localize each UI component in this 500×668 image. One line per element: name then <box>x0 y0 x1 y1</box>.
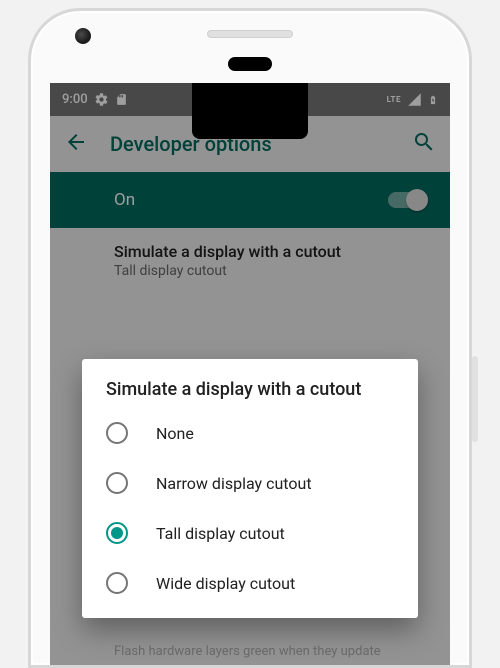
device-screen: 9:00 LTE D <box>50 83 450 665</box>
radio-icon <box>106 422 128 444</box>
phone-side-button <box>472 356 478 442</box>
option-label: Narrow display cutout <box>156 474 312 493</box>
option-wide[interactable]: Wide display cutout <box>82 558 418 608</box>
radio-icon <box>106 572 128 594</box>
option-narrow[interactable]: Narrow display cutout <box>82 458 418 508</box>
option-label: Tall display cutout <box>156 524 285 543</box>
phone-frame: 9:00 LTE D <box>28 8 472 668</box>
dialog-title: Simulate a display with a cutout <box>82 379 418 408</box>
partially-hidden-setting-text: Flash hardware layers green when they up… <box>114 643 410 661</box>
option-tall[interactable]: Tall display cutout <box>82 508 418 558</box>
option-none[interactable]: None <box>82 408 418 458</box>
option-label: Wide display cutout <box>156 574 295 593</box>
earpiece-speaker <box>207 30 293 38</box>
cutout-selection-dialog: Simulate a display with a cutout None Na… <box>82 359 418 618</box>
front-camera <box>75 28 91 44</box>
option-label: None <box>156 424 194 443</box>
proximity-sensor <box>228 57 272 71</box>
radio-icon <box>106 522 128 544</box>
radio-icon <box>106 472 128 494</box>
